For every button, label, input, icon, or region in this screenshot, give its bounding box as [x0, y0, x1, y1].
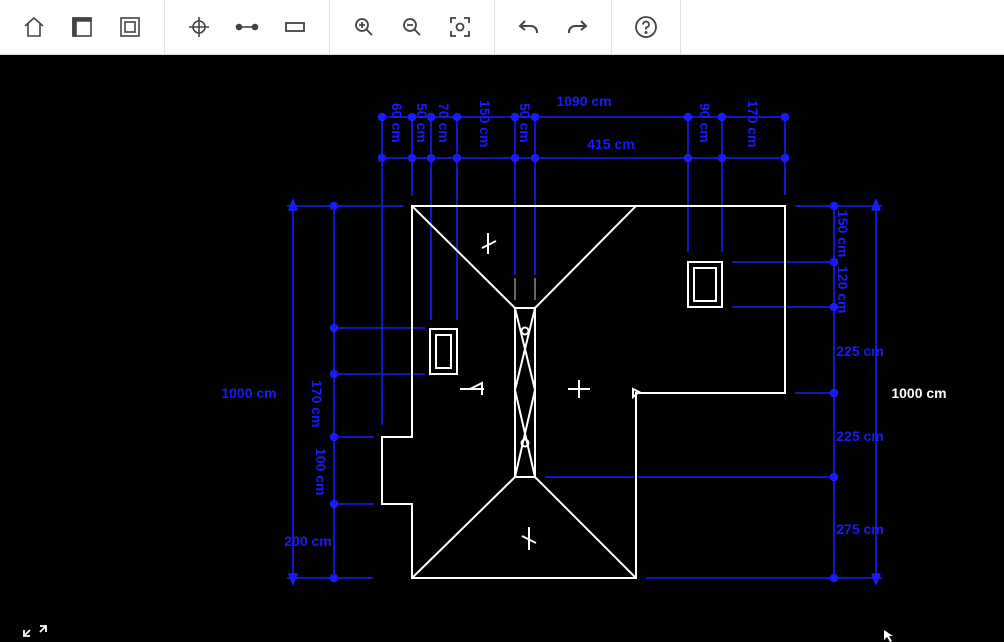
zoom-in-icon — [355, 18, 373, 36]
left-segment-dimension: 100 cm — [313, 448, 329, 495]
toolbar-group-zoom — [330, 0, 495, 54]
help-button[interactable] — [622, 0, 670, 55]
top-vertical-label: 90 cm — [697, 103, 713, 143]
dimension-labels: 1090 cm 415 cm 60 cm 50 cm 70 cm 150 cm … — [221, 93, 946, 549]
right-segment-dimension: 225 cm — [836, 343, 883, 359]
top-vertical-label: 150 cm — [477, 100, 493, 147]
right-overall-dimension: 1000 cm — [891, 385, 946, 401]
toolbar — [0, 0, 1004, 55]
home-icon — [24, 16, 44, 37]
help-icon — [635, 16, 657, 38]
left-overall-dimension: 1000 cm — [221, 385, 276, 401]
redo-icon — [568, 20, 588, 33]
home-button[interactable] — [10, 0, 58, 55]
toolbar-group-draw — [165, 0, 330, 54]
right-segment-dimension: 120 cm — [835, 266, 851, 313]
zoom-out-icon — [403, 18, 421, 36]
fullscreen-icon[interactable] — [22, 624, 48, 638]
top-vertical-label: 50 cm — [414, 103, 430, 143]
mouse-cursor-icon — [884, 630, 893, 642]
zoom-in-button[interactable] — [340, 0, 388, 55]
rectangle-tool-button[interactable] — [271, 0, 319, 55]
wall-button[interactable] — [58, 0, 106, 55]
building-outline — [381, 205, 786, 579]
left-segment-dimension: 200 cm — [284, 533, 331, 549]
undo-button[interactable] — [505, 0, 553, 55]
undo-icon — [518, 20, 538, 33]
zoom-fit-icon — [450, 17, 470, 37]
right-segment-dimension: 150 cm — [835, 210, 851, 257]
floor-plan-drawing: 1090 cm 415 cm 60 cm 50 cm 70 cm 150 cm … — [221, 93, 947, 587]
toolbar-group-help — [612, 0, 681, 54]
top-vertical-label: 170 cm — [745, 100, 761, 147]
redo-button[interactable] — [553, 0, 601, 55]
wall-icon — [72, 17, 92, 37]
zoom-fit-button[interactable] — [436, 0, 484, 55]
room-button[interactable] — [106, 0, 154, 55]
line-tool-icon — [235, 23, 259, 31]
top-vertical-label: 60 cm — [389, 103, 405, 143]
dimension-lines — [287, 112, 882, 587]
rectangle-tool-icon — [285, 22, 305, 32]
right-segment-dimension: 275 cm — [836, 521, 883, 537]
top-overall-dimension: 1090 cm — [556, 93, 611, 109]
floor-plan-canvas[interactable]: 1090 cm 415 cm 60 cm 50 cm 70 cm 150 cm … — [0, 55, 1004, 640]
left-segment-dimension: 170 cm — [309, 380, 325, 427]
top-segment-dimension: 415 cm — [587, 136, 634, 152]
room-icon — [120, 17, 140, 37]
right-segment-dimension: 225 cm — [836, 428, 883, 444]
crosshair-button[interactable] — [175, 0, 223, 55]
top-vertical-label: 50 cm — [517, 103, 533, 143]
crosshair-icon — [189, 17, 209, 37]
toolbar-group-view — [0, 0, 165, 54]
line-tool-button[interactable] — [223, 0, 271, 55]
top-vertical-label: 70 cm — [436, 103, 452, 143]
toolbar-group-history — [495, 0, 612, 54]
zoom-out-button[interactable] — [388, 0, 436, 55]
